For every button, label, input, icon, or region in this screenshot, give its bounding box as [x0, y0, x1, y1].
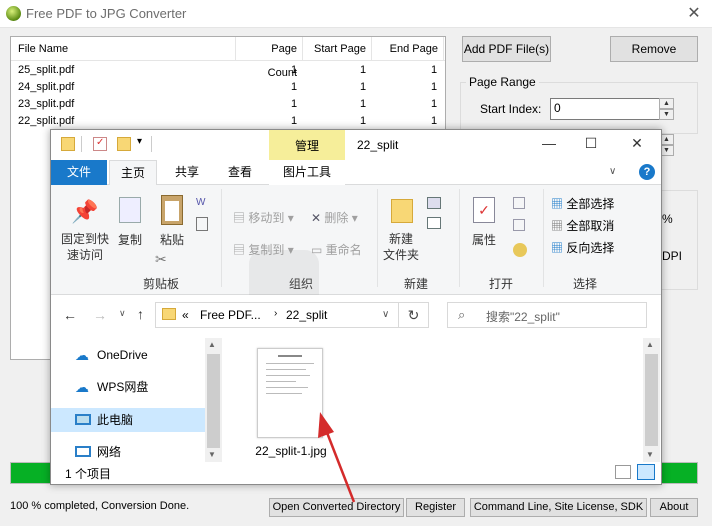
annotation-arrow — [318, 412, 356, 503]
arrow-head — [318, 412, 334, 438]
arrow-shaft — [324, 429, 356, 503]
